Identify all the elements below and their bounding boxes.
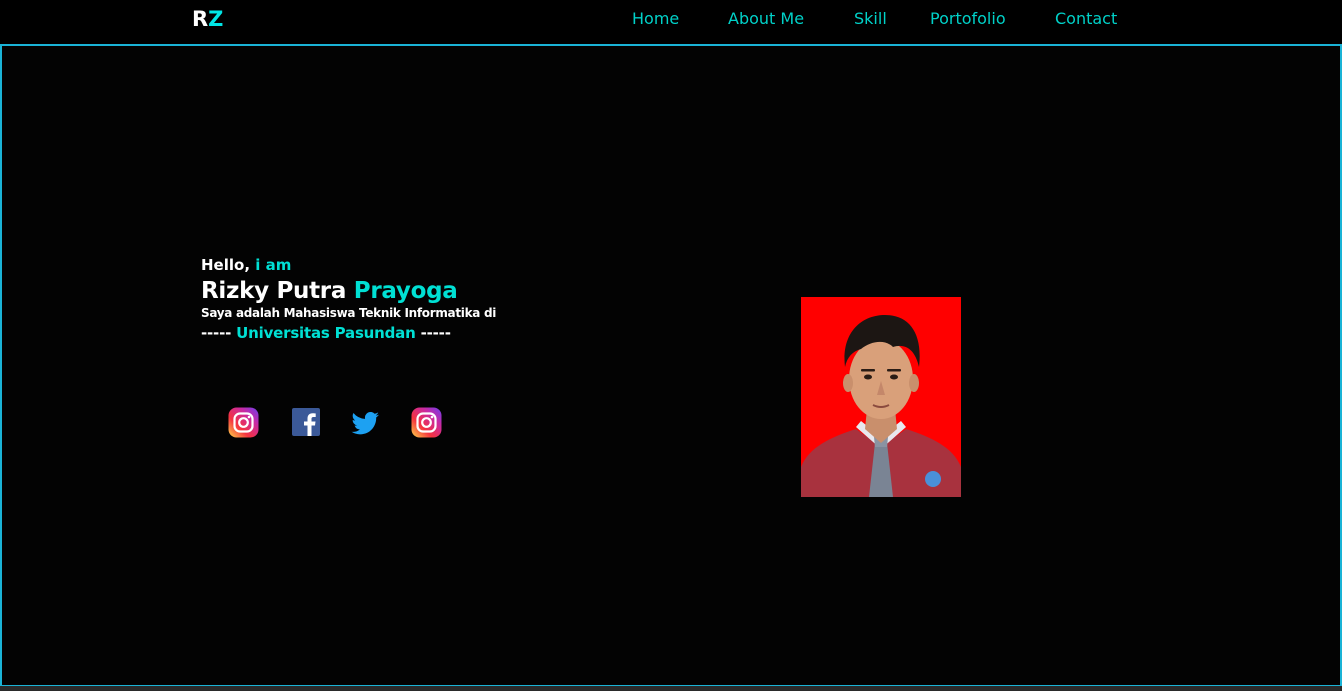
- twitter-icon[interactable]: [350, 407, 381, 438]
- nav-link-about-me[interactable]: About Me: [728, 9, 804, 28]
- greeting-prefix: Hello,: [201, 256, 251, 274]
- name-accent: Prayoga: [353, 278, 458, 304]
- hero-intro: Hello, i am Rizky Putra Prayoga Saya ada…: [201, 256, 496, 342]
- nav-link-portofolio[interactable]: Portofolio: [930, 9, 1006, 28]
- university-name: Universitas Pasundan: [236, 324, 416, 342]
- navbar: RZ Home About Me Skill Portofolio Contac…: [0, 0, 1342, 44]
- hero-description: Saya adalah Mahasiswa Teknik Informatika…: [201, 306, 497, 320]
- hero-name: Rizky Putra Prayoga: [201, 278, 496, 304]
- greeting-accent: i am: [255, 256, 292, 274]
- instagram-icon[interactable]: [411, 407, 442, 438]
- hero-section: [0, 44, 1342, 687]
- name-first: Rizky Putra: [201, 278, 347, 304]
- nav-link-contact[interactable]: Contact: [1055, 9, 1117, 28]
- nav-links: Home About Me Skill Portofolio Contact: [0, 9, 1342, 33]
- nav-link-home[interactable]: Home: [632, 9, 679, 28]
- university-line: ----- Universitas Pasundan -----: [201, 324, 496, 342]
- profile-photo: [801, 297, 961, 497]
- bottom-bar: [0, 686, 1342, 691]
- instagram-icon[interactable]: [228, 407, 259, 438]
- univ-suffix: -----: [420, 324, 451, 342]
- facebook-icon[interactable]: [291, 407, 322, 438]
- univ-prefix: -----: [201, 324, 232, 342]
- nav-link-skill[interactable]: Skill: [854, 9, 887, 28]
- greeting: Hello, i am: [201, 256, 496, 274]
